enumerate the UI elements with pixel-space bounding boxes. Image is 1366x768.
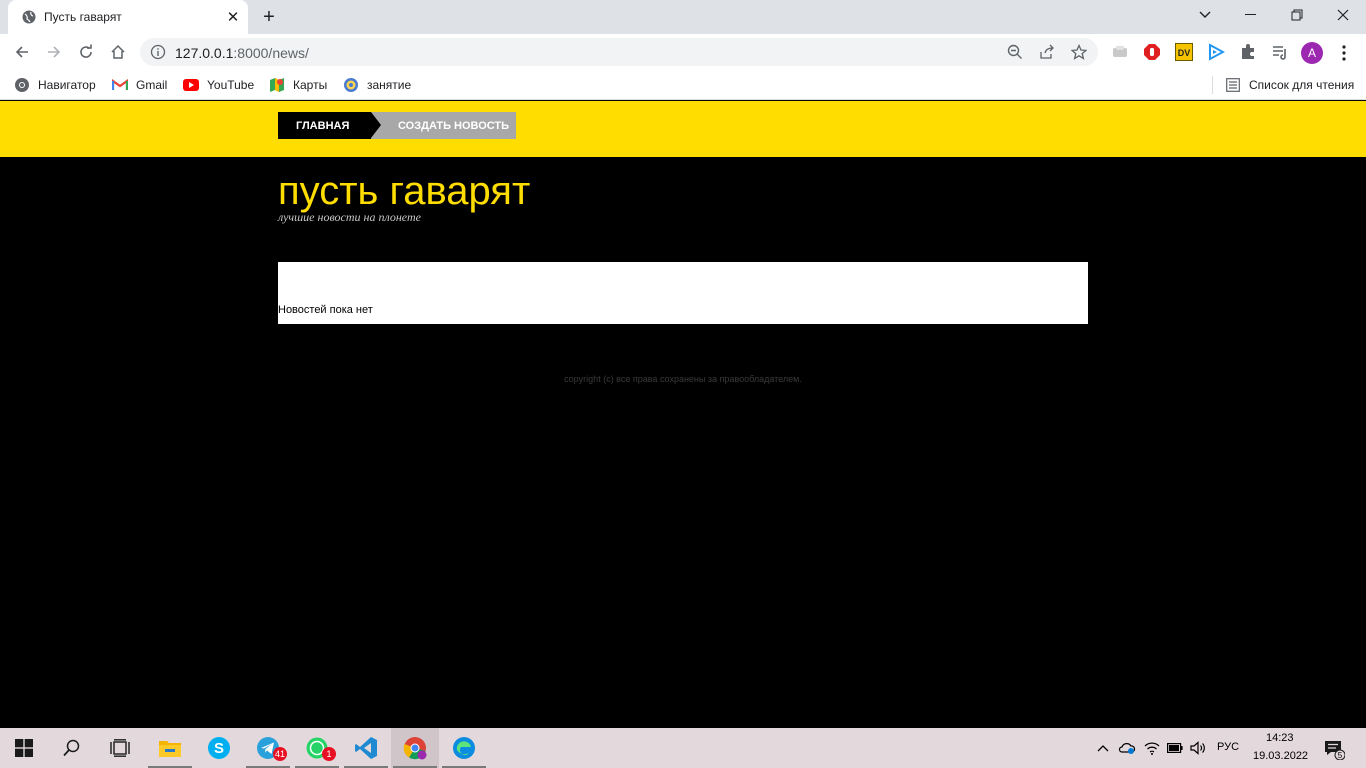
task-view-icon — [108, 736, 132, 760]
tab-strip: Пусть гаварят ✕ + — [0, 0, 1366, 34]
home-icon[interactable] — [107, 41, 129, 63]
dv-extension-icon[interactable]: DV — [1175, 43, 1193, 61]
input-language[interactable]: РУС — [1217, 741, 1239, 753]
taskbar-search-button[interactable] — [48, 728, 96, 768]
nav-create-news-link[interactable]: СОЗДАТЬ НОВОСТЬ — [371, 112, 516, 139]
reload-icon[interactable] — [75, 41, 97, 63]
vscode-icon — [354, 736, 378, 760]
notifications-count: 5 — [1338, 751, 1343, 760]
news-list: Новостей пока нет — [278, 262, 1088, 324]
battery-icon[interactable] — [1166, 739, 1184, 757]
taskbar-whatsapp[interactable]: 1 — [293, 728, 341, 768]
back-arrow-icon[interactable] — [11, 41, 33, 63]
star-icon[interactable] — [1070, 43, 1088, 61]
close-icon[interactable]: ✕ — [224, 8, 242, 26]
extension-icon[interactable] — [1111, 43, 1129, 61]
bookmark-lesson[interactable]: занятие — [343, 76, 411, 94]
maps-icon — [269, 77, 285, 93]
tab-title: Пусть гаварят — [44, 10, 122, 24]
telegram-badge: 41 — [273, 747, 288, 761]
globe-icon — [22, 10, 36, 24]
play-extension-icon[interactable] — [1207, 43, 1225, 61]
edge-icon — [452, 736, 476, 760]
new-tab-button[interactable]: + — [258, 6, 280, 28]
chrome-icon — [14, 77, 30, 93]
skype-icon: S — [207, 736, 231, 760]
nav-arrow-decoration — [371, 112, 381, 138]
wifi-icon[interactable] — [1143, 739, 1161, 757]
taskbar-vscode[interactable] — [342, 728, 390, 768]
taskbar-explorer[interactable] — [146, 728, 194, 768]
chevron-up-icon[interactable] — [1094, 739, 1112, 757]
profile-avatar[interactable]: A — [1301, 42, 1323, 64]
reading-list-button[interactable]: Список для чтения — [1212, 76, 1354, 94]
window-close-button[interactable] — [1330, 4, 1356, 26]
notifications-button[interactable]: 5 — [1323, 738, 1345, 760]
puzzle-icon[interactable] — [1239, 43, 1257, 61]
reading-list-icon — [1225, 77, 1241, 93]
clock-time[interactable]: 14:23 — [1266, 732, 1294, 744]
browser-tab[interactable]: Пусть гаварят ✕ — [8, 0, 248, 34]
media-queue-icon[interactable] — [1271, 43, 1289, 61]
whatsapp-badge: 1 — [322, 747, 336, 761]
chevron-down-icon[interactable] — [1192, 4, 1218, 26]
minimize-button[interactable] — [1238, 4, 1264, 26]
volume-icon[interactable] — [1189, 739, 1207, 757]
bookmarks-bar: Навигатор Gmail YouTube Карты занятие Сп… — [0, 70, 1366, 100]
bookmark-navigator[interactable]: Навигатор — [14, 76, 96, 94]
bookmark-maps[interactable]: Карты — [269, 76, 327, 94]
bookmark-gmail[interactable]: Gmail — [112, 76, 167, 94]
copyright-footer: copyright (c) все права сохранены за пра… — [564, 374, 802, 384]
site-title: пусть гаварят — [278, 169, 531, 213]
taskbar-telegram[interactable]: 41 — [244, 728, 292, 768]
taskbar-edge[interactable] — [440, 728, 488, 768]
address-bar[interactable]: 127.0.0.1:8000/news/ — [140, 38, 1098, 66]
taskbar: S 41 1 РУС 14:23 19.03.2022 5 — [0, 728, 1366, 768]
onedrive-sync-icon[interactable] — [1118, 739, 1136, 757]
info-icon[interactable] — [150, 44, 166, 60]
search-icon — [60, 736, 84, 760]
task-view-button[interactable] — [96, 728, 144, 768]
web-page: СОЗДАТЬ НОВОСТЬ ГЛАВНАЯ пусть гаварят лу… — [0, 101, 1366, 727]
taskbar-chrome[interactable] — [391, 728, 439, 768]
svg-text:DV: DV — [1178, 48, 1191, 58]
settings-icon — [343, 77, 359, 93]
browser-toolbar: 127.0.0.1:8000/news/ DV A — [0, 34, 1366, 70]
share-icon[interactable] — [1038, 43, 1056, 61]
zoom-icon[interactable] — [1006, 43, 1024, 61]
svg-text:S: S — [214, 740, 224, 757]
start-button[interactable] — [0, 728, 48, 768]
youtube-icon — [183, 77, 199, 93]
site-header-bar: СОЗДАТЬ НОВОСТЬ ГЛАВНАЯ — [0, 101, 1366, 157]
windows-icon — [12, 736, 36, 760]
clock-date[interactable]: 19.03.2022 — [1253, 750, 1308, 762]
restore-button[interactable] — [1284, 4, 1310, 26]
adblock-icon[interactable] — [1143, 43, 1161, 61]
nav-home-link[interactable]: ГЛАВНАЯ — [278, 112, 371, 139]
url-text: 127.0.0.1:8000/news/ — [175, 45, 309, 61]
taskbar-skype[interactable]: S — [195, 728, 243, 768]
empty-news-message: Новостей пока нет — [278, 304, 373, 316]
chrome-icon — [403, 736, 427, 760]
forward-arrow-icon[interactable] — [43, 41, 65, 63]
divider — [1212, 76, 1213, 94]
more-menu-icon[interactable] — [1335, 42, 1353, 64]
bookmark-youtube[interactable]: YouTube — [183, 76, 254, 94]
gmail-icon — [112, 77, 128, 93]
folder-icon — [158, 736, 182, 760]
site-tagline: лучшие новости на плонете — [278, 210, 421, 224]
